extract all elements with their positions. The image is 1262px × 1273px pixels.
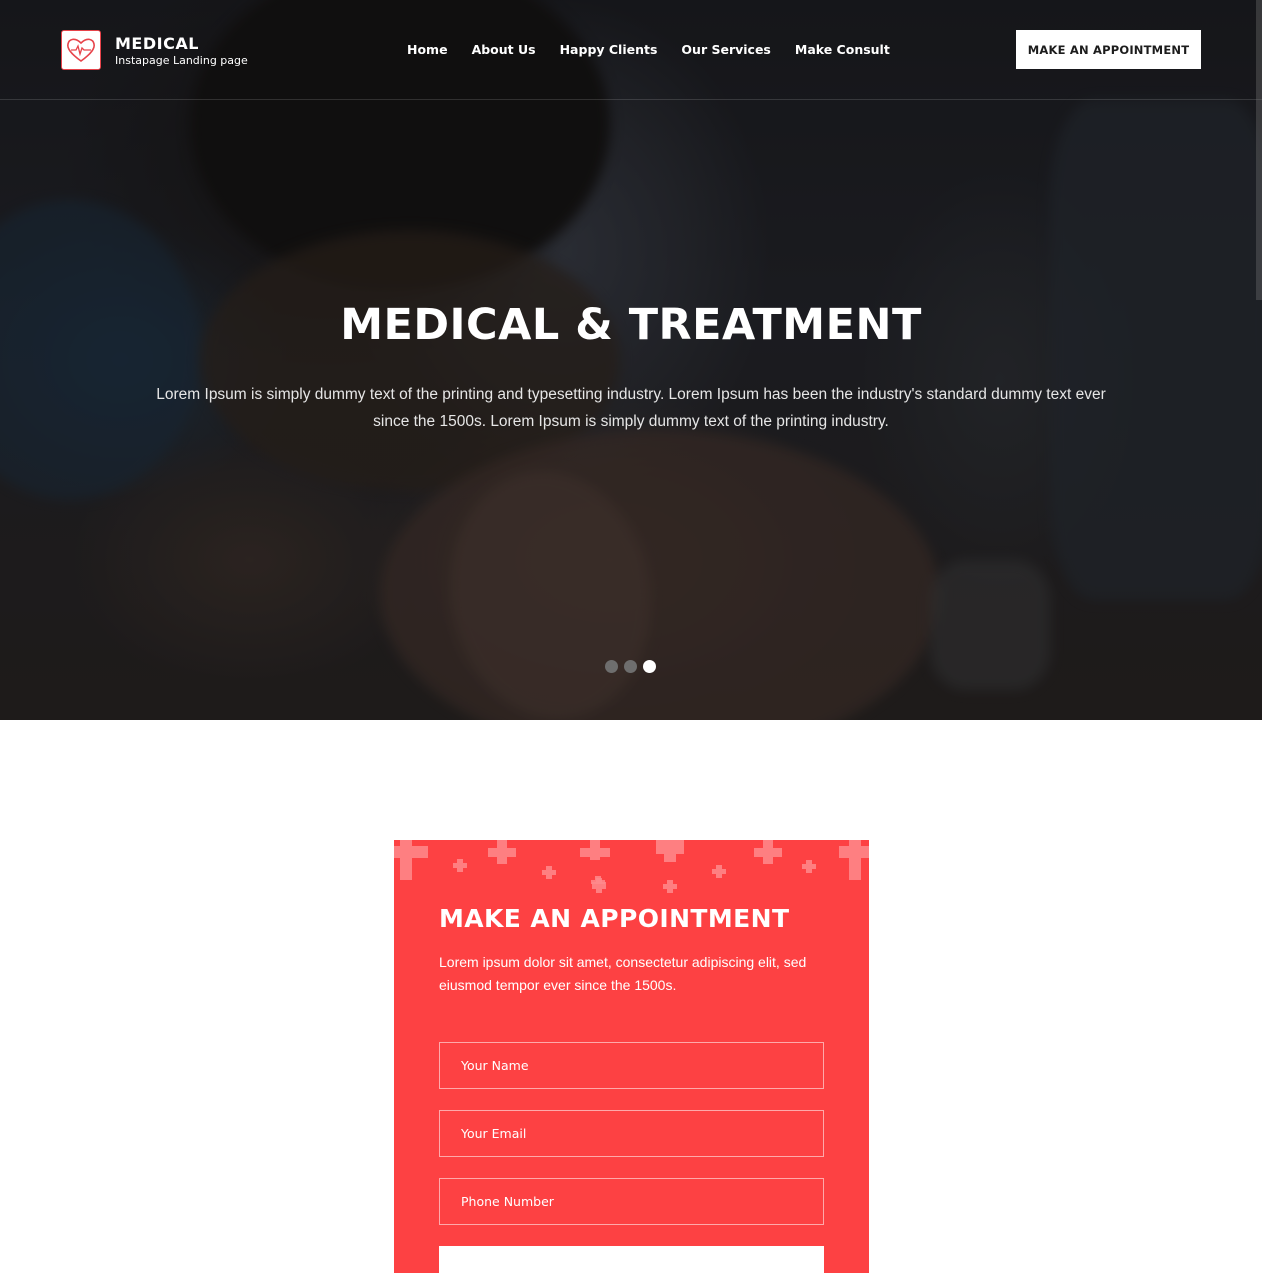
nav-item-home[interactable]: Home: [407, 41, 448, 59]
hero-section: MEDICAL & TREATMENT Lorem Ipsum is simpl…: [0, 0, 1262, 720]
phone-input[interactable]: [439, 1178, 824, 1225]
main-nav: Home About Us Happy Clients Our Services…: [407, 41, 914, 59]
appointment-title: MAKE AN APPOINTMENT: [439, 904, 790, 933]
hero-title: MEDICAL & TREATMENT: [340, 300, 922, 350]
nav-item-make-consult[interactable]: Make Consult: [795, 41, 890, 59]
page-scrollbar[interactable]: [1256, 0, 1262, 300]
slider-dots: [605, 660, 656, 673]
nav-item-our-services[interactable]: Our Services: [681, 41, 770, 59]
slider-dot-1[interactable]: [605, 660, 618, 673]
slider-dot-3[interactable]: [643, 660, 656, 673]
hero-description: Lorem Ipsum is simply dummy text of the …: [156, 386, 1106, 430]
make-appointment-button[interactable]: MAKE AN APPOINTMENT: [1016, 30, 1201, 69]
brand-title: MEDICAL: [115, 34, 199, 53]
heart-pulse-icon: [67, 38, 95, 62]
nav-item-about-us[interactable]: About Us: [472, 41, 536, 59]
email-input[interactable]: [439, 1110, 824, 1157]
name-input[interactable]: [439, 1042, 824, 1089]
nav-item-happy-clients[interactable]: Happy Clients: [560, 41, 658, 59]
logo[interactable]: [61, 30, 101, 70]
hero-overlay: [0, 0, 1262, 720]
appointment-card: MAKE AN APPOINTMENT Lorem ipsum dolor si…: [394, 840, 869, 1273]
brand-subtitle: Instapage Landing page: [115, 54, 248, 67]
submit-appointment-button[interactable]: MAKE IT!: [439, 1246, 824, 1273]
site-header: MEDICAL Instapage Landing page Home Abou…: [0, 0, 1262, 100]
slider-dot-2[interactable]: [624, 660, 637, 673]
appointment-description: Lorem ipsum dolor sit amet, consectetur …: [439, 954, 807, 993]
cross-pattern-decoration: [592, 880, 677, 893]
